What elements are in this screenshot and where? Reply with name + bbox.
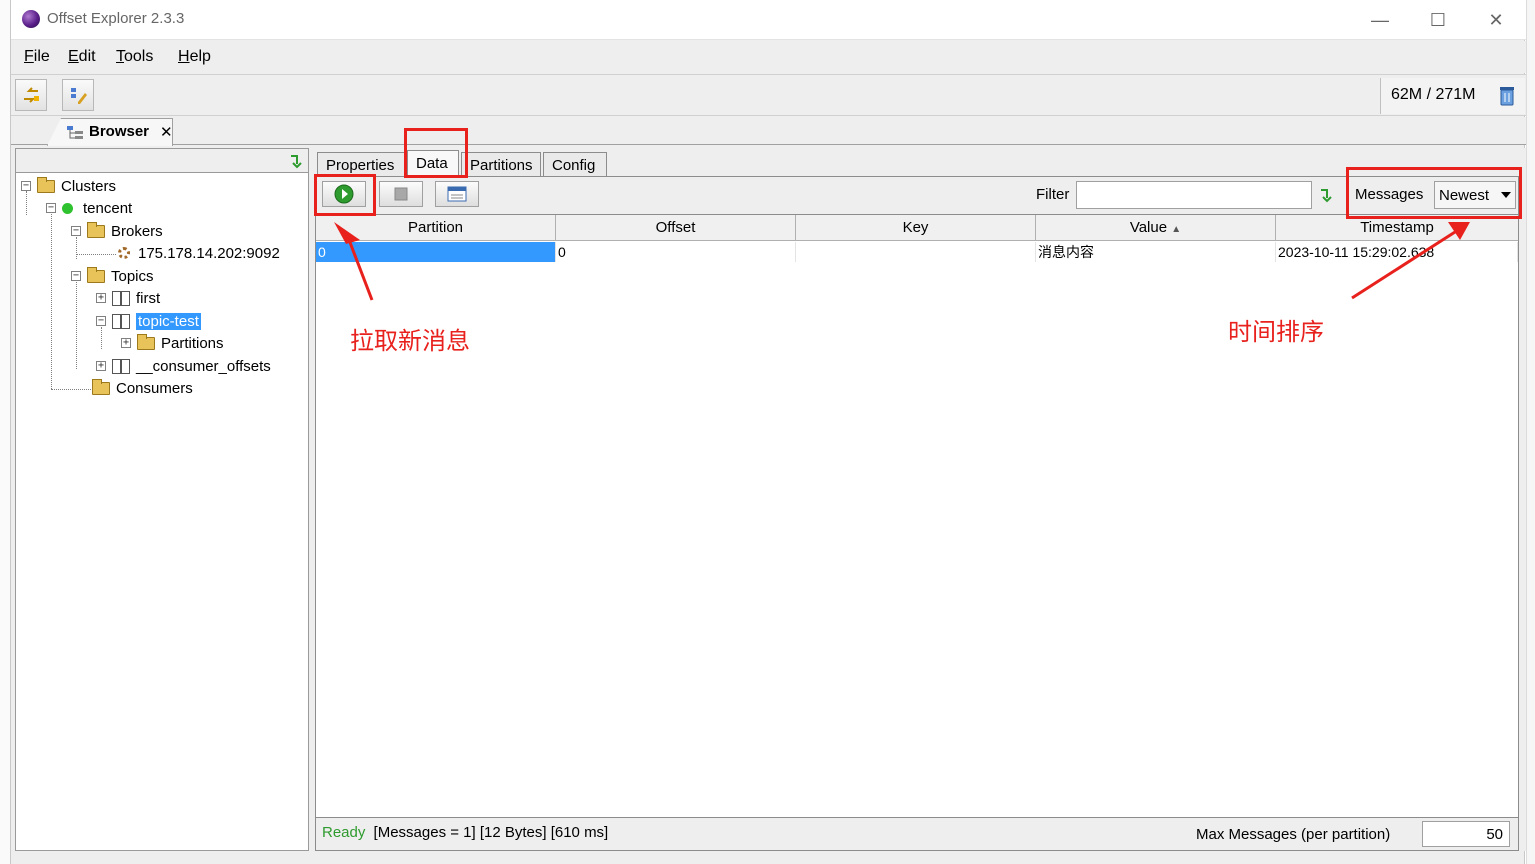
arrow-to-messages-order — [1351, 230, 1456, 300]
annotation-sort-label: 时间排序 — [1228, 318, 1324, 346]
arrow-head-fetch — [334, 222, 360, 244]
arrow-head-sort — [1448, 222, 1470, 240]
annotation-arrows — [334, 222, 1470, 301]
annotation-fetch-label: 拉取新消息 — [350, 327, 470, 355]
